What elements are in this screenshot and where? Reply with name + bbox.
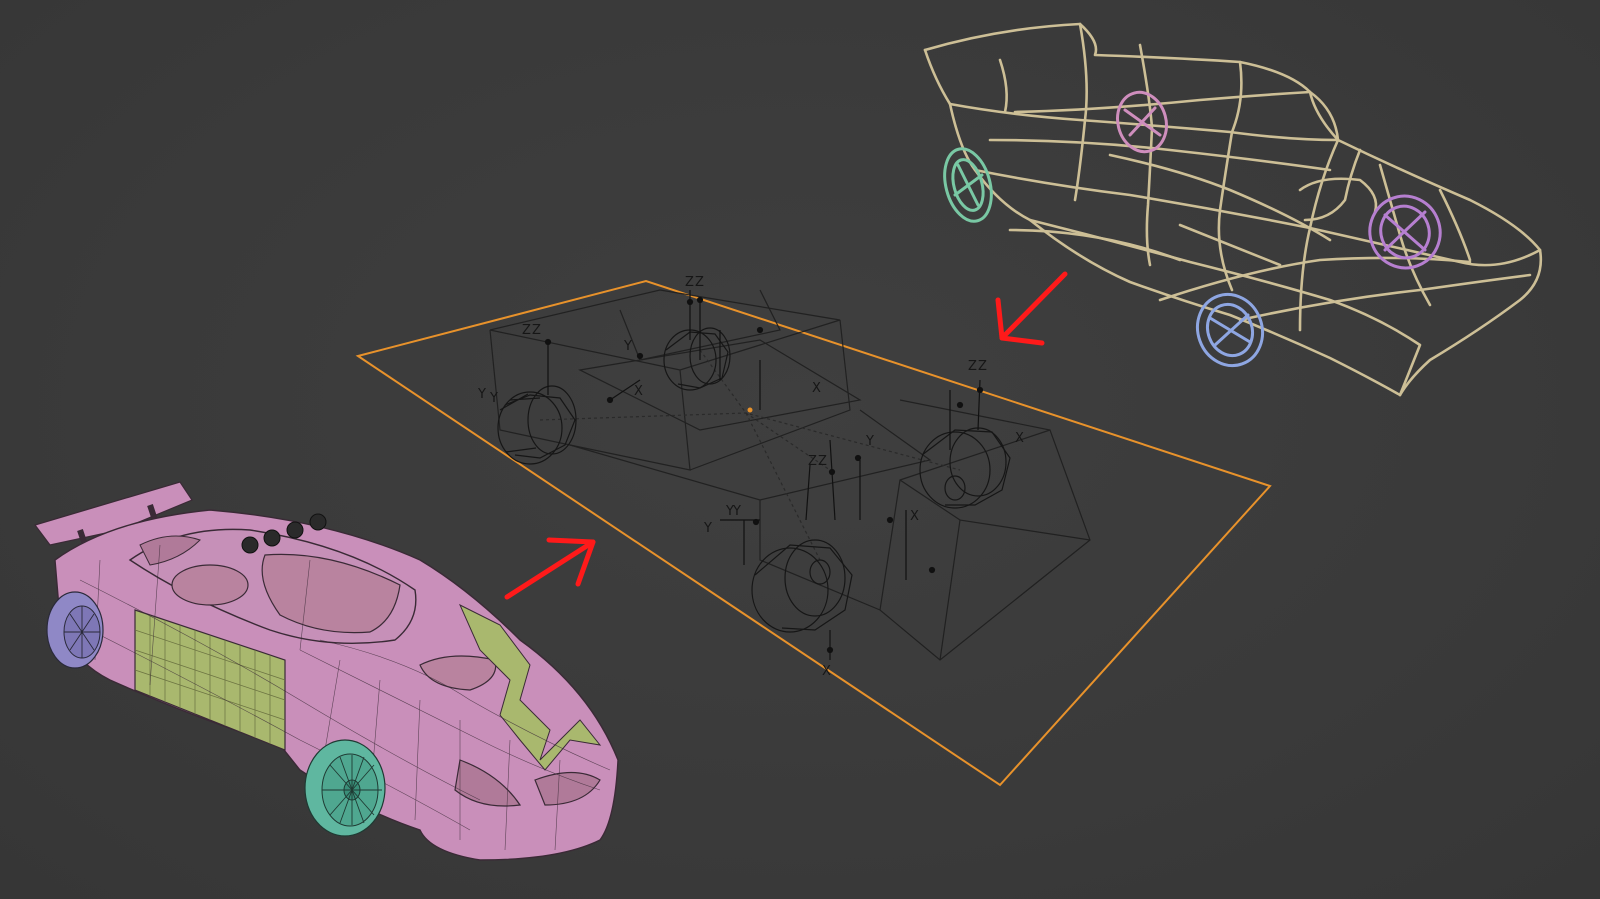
rig-wheel-rear-left[interactable] (497, 385, 577, 465)
axis-label-z: Z (522, 323, 531, 338)
wire-car-wheel-front-right[interactable] (1188, 285, 1273, 375)
axis-label-z: Z (978, 359, 987, 374)
arrow-from-wire-car (995, 271, 1068, 346)
wire-car-wheel-rear-right[interactable] (1360, 186, 1450, 278)
car-mesh-wheel-front[interactable] (304, 739, 386, 837)
axis-label-x: X (822, 664, 831, 679)
axis-label-x: X (1015, 431, 1024, 446)
axis-label-z: Z (695, 275, 704, 290)
axis-label-y: Y (477, 387, 486, 402)
axis-label-z: Z (968, 359, 977, 374)
rig-wheel-front-left[interactable] (751, 539, 853, 633)
axis-label-y: Y (623, 339, 632, 354)
viewport-scene[interactable]: Z Z Z Z Z Z Z Z Y Y Y Y Y Y Y X X X X X (0, 0, 1600, 899)
axis-label-z: Z (808, 454, 817, 469)
axis-label-z: Z (818, 454, 827, 469)
axis-label-z: Z (685, 275, 694, 290)
axis-label-x: X (812, 381, 821, 396)
axis-label-z: Z (532, 323, 541, 338)
axis-label-y: Y (732, 504, 741, 519)
arrow-to-rig (504, 537, 596, 600)
car-mesh-wheel-rear[interactable] (46, 591, 104, 669)
axis-label-x: X (634, 384, 643, 399)
car-mesh[interactable] (34, 481, 619, 861)
axis-label-x: X (910, 509, 919, 524)
axis-label-y: Y (703, 521, 712, 536)
rig-wheel-front-right[interactable] (919, 427, 1011, 509)
3d-viewport[interactable]: Z Z Z Z Z Z Z Z Y Y Y Y Y Y Y X X X X X (0, 0, 1600, 899)
axis-label-y: Y (865, 434, 874, 449)
axis-label-y: Y (489, 391, 498, 406)
